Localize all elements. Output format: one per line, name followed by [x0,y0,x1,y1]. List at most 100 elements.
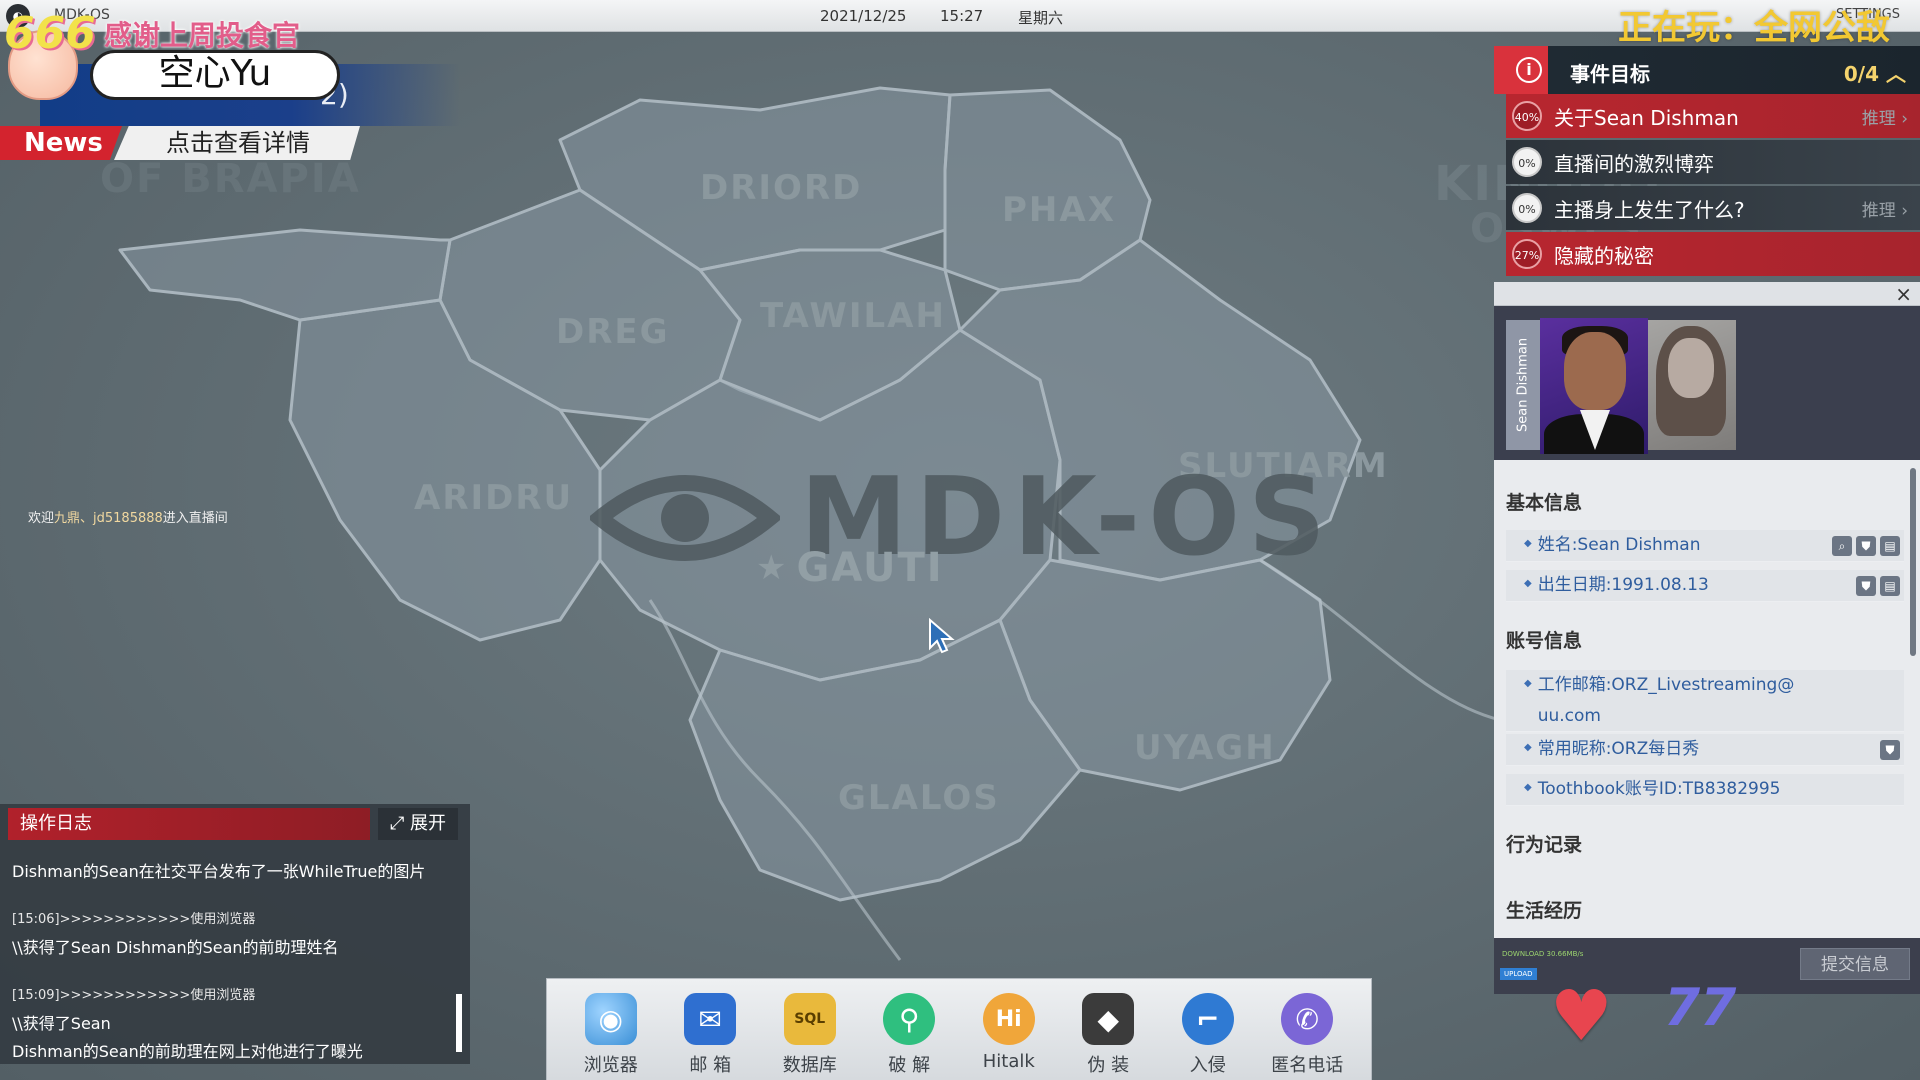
info-value: 姓名:Sean Dishman [1537,535,1701,555]
dock-intrude[interactable]: ⌐ 入侵 [1163,993,1253,1077]
info-value: 出生日期:1991.08.13 [1537,575,1709,595]
streamer-name-pill: 空心Yu [90,50,340,100]
submit-info-button[interactable]: 提交信息 [1800,948,1910,980]
profile-body[interactable]: 基本信息 ◆ 姓名:Sean Dishman ⌕ ⛊ ▤ ◆ 出生日期:1991… [1494,460,1920,938]
info-value: 工作邮箱:ORZ_Livestreaming@uu.com [1537,675,1795,726]
infer-label: 推理 [1861,108,1896,129]
region-label-aridru: ARIDRU [414,478,574,518]
section-behavior[interactable]: 行为记录 [1506,830,1582,857]
goals-count-value: 0/4 [1843,62,1880,86]
goal-progress: 27% [1512,239,1542,269]
mouse-cursor-icon [929,618,955,654]
now-playing-overlay: 正在玩：全网公敌 [1618,8,1890,48]
profile-titlebar: × [1494,282,1920,306]
document-icon[interactable]: ▤ [1880,576,1900,596]
log-line: [15:06]>>>>>>>>>>>>使用浏览器 [12,912,256,927]
document-icon[interactable]: ▤ [1880,536,1900,556]
mdk-watermark: MDK-OS [590,455,1334,580]
log-line: \\获得了Sean [12,1014,111,1033]
goal-progress: 0% [1512,193,1542,223]
info-row[interactable]: ◆ 出生日期:1991.08.13 ⛊ ▤ [1506,570,1904,602]
goal-item[interactable]: 0% 直播间的激烈博弈 [1506,140,1920,184]
profile-name-tag: Sean Dishman [1506,320,1540,450]
goal-label: 直播间的激烈博弈 [1554,151,1714,176]
chevron-right-icon: › [1901,200,1908,221]
dock-database[interactable]: SQL 数据库 [765,993,855,1077]
upload-badge: UPLOAD [1500,968,1537,980]
goal-item[interactable]: 27% 隐藏的秘密 [1506,232,1920,276]
goals-header[interactable]: i 事件目标 0/4 ︿ [1494,46,1920,94]
capital-marker[interactable]: ★ GAUTI [756,545,944,591]
portrait-face [1668,338,1714,398]
info-value: Toothbook账号ID:TB8382995 [1537,779,1781,799]
dock-label: 浏览器 [583,1055,638,1076]
search-icon[interactable]: ⌕ [1832,536,1852,556]
dock-hitalk[interactable]: Hi Hitalk [964,993,1054,1072]
log-line: Dishman的Sean的前助理在网上对他进行了曝光 [12,1042,363,1061]
shield-icon[interactable]: ⛊ [1856,536,1876,556]
info-row[interactable]: ◆ Toothbook账号ID:TB8382995 [1506,774,1904,806]
row-tools: ⌕ ⛊ ▤ [1832,530,1904,556]
dock-anon-phone[interactable]: ✆ 匿名电话 [1262,993,1352,1077]
section-account-info: 账号信息 [1506,630,1583,652]
globe-icon: ◉ [584,993,637,1045]
heart-count: 77 [1664,978,1737,1038]
infer-button[interactable]: 推理 › [1862,104,1908,129]
news-detail-link[interactable]: 点击查看详情 [114,126,360,160]
profile-scrollbar[interactable] [1910,468,1916,656]
info-row[interactable]: ◆ 工作邮箱:ORZ_Livestreaming@uu.com [1506,670,1904,732]
oplog-scrollbar[interactable] [456,994,462,1052]
section-basic-info: 基本信息 [1506,492,1583,514]
topbar-weekday: 星期六 [1018,9,1064,27]
goal-item[interactable]: 40% 关于Sean Dishman 推理 › [1506,94,1920,138]
shield-icon[interactable]: ⛊ [1856,576,1876,596]
dock-label: 匿名电话 [1271,1055,1344,1076]
bullet-icon: ◆ [1524,578,1532,589]
close-icon[interactable]: × [1895,282,1912,306]
dock-browser[interactable]: ◉ 浏览器 [566,993,656,1077]
main-portrait[interactable] [1540,318,1648,454]
section-life[interactable]: 生活经历 [1506,896,1582,923]
bullet-icon: ◆ [1524,678,1532,689]
bullet-icon: ◆ [1524,742,1532,753]
chevron-up-icon: ︿ [1886,62,1906,86]
info-row[interactable]: ◆ 常用昵称:ORZ每日秀 ⛊ [1506,734,1904,766]
mail-icon: ✉ [684,993,737,1045]
dock-label: 破 解 [888,1055,931,1076]
unlock-icon: ⚲ [883,993,936,1045]
goal-progress: 40% [1512,101,1542,131]
infer-button[interactable]: 推理 › [1862,196,1908,221]
welcome-prefix: 欢迎 [28,511,55,526]
expand-button[interactable]: ⤢ 展开 [378,808,458,840]
secondary-portrait[interactable] [1640,320,1736,450]
dock-crack[interactable]: ⚲ 破 解 [864,993,954,1077]
info-row[interactable]: ◆ 姓名:Sean Dishman ⌕ ⛊ ▤ [1506,530,1904,562]
region-label-dreg: DREG [556,312,670,352]
welcome-suffix: 进入直播间 [162,511,228,526]
topbar-time: 15:27 [940,7,984,25]
dock-mail[interactable]: ✉ 邮 箱 [665,993,755,1077]
news-ticker[interactable]: News 点击查看详情 [0,126,360,160]
goals-count[interactable]: 0/4 ︿ [1844,58,1906,87]
portrait-face [1564,332,1626,410]
region-label-driord: DRIORD [700,168,863,208]
profile-photos: Sean Dishman [1494,306,1920,460]
goal-item[interactable]: 0% 主播身上发生了什么? 推理 › [1506,186,1920,230]
dock-label: Hitalk [982,1051,1035,1072]
heart-icon[interactable]: ♥ [1550,975,1613,1057]
goal-label: 主播身上发生了什么? [1554,197,1745,222]
operation-log-panel: 操作日志 ⤢ 展开 Dishman的Sean在社交平台发布了一张WhileTru… [0,804,470,1064]
shield-icon[interactable]: ⛊ [1880,740,1900,760]
profile-panel: × Sean Dishman 基本信息 ◆ 姓名:Sean Dishman ⌕ … [1494,282,1920,994]
news-tag: News [0,126,122,160]
phone-icon: ✆ [1281,993,1334,1045]
eye-logo-icon [590,474,780,561]
region-label-brapia: OF BRAPIA [100,156,361,202]
dock-label: 伪 装 [1087,1055,1130,1076]
dock-label: 邮 箱 [689,1055,732,1076]
log-line: [15:09]>>>>>>>>>>>>使用浏览器 [12,988,256,1003]
region-shape-west [118,228,452,322]
dock-disguise[interactable]: ◆ 伪 装 [1063,993,1153,1077]
row-tools: ⛊ [1880,734,1904,760]
bullet-icon: ◆ [1524,538,1532,549]
